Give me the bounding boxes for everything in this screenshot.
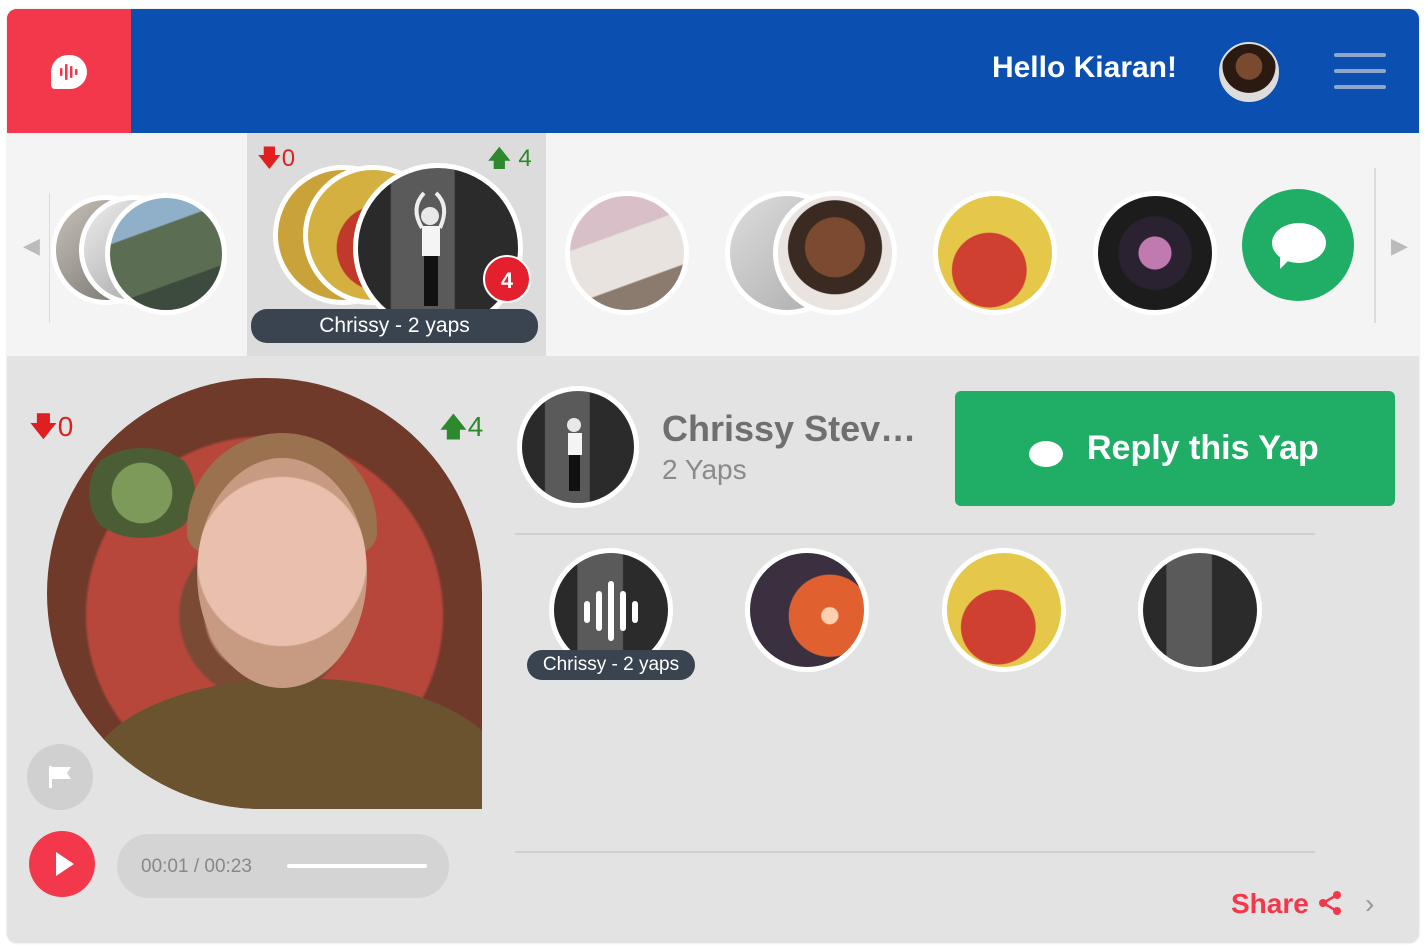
flag-icon bbox=[49, 766, 71, 788]
app-window: Hello Kiaran! ◀ 🡇0 🡅 4 4 Chrissy - 2 yap… bbox=[7, 9, 1419, 943]
carousel-next-arrow[interactable]: ▶ bbox=[1391, 233, 1408, 259]
yap-detail: 🡇0 🡅4 00:01 / 00:23 Chrissy Stev… 2 Yaps… bbox=[7, 356, 1419, 943]
reply-thumb[interactable] bbox=[1138, 548, 1262, 672]
chat-bubble-tail bbox=[1280, 255, 1294, 269]
upvote-count[interactable]: 🡅4 bbox=[439, 406, 483, 454]
yap-carousel: ◀ 🡇0 🡅 4 4 Chrissy - 2 yaps ▶ bbox=[7, 133, 1419, 356]
thread-thumb[interactable] bbox=[565, 191, 689, 315]
divider bbox=[1374, 168, 1376, 323]
share-button[interactable]: Share bbox=[1231, 888, 1343, 920]
audio-wave-icon bbox=[584, 581, 639, 641]
arrow-up-icon: 🡅 bbox=[487, 145, 512, 172]
audio-progress-bar[interactable]: 00:01 / 00:23 bbox=[117, 834, 449, 898]
chevron-right-icon[interactable]: › bbox=[1365, 888, 1374, 920]
hamburger-icon[interactable] bbox=[1334, 53, 1386, 89]
share-icon bbox=[1318, 891, 1341, 915]
progress-track[interactable] bbox=[287, 864, 427, 868]
greeting-text: Hello Kiaran! bbox=[991, 51, 1177, 84]
divider bbox=[515, 533, 1315, 535]
mic-bubble-icon bbox=[51, 55, 87, 89]
reply-thumb[interactable] bbox=[745, 548, 869, 672]
author-avatar[interactable] bbox=[517, 386, 639, 508]
reply-thumb[interactable] bbox=[942, 548, 1066, 672]
author-name[interactable]: Chrissy Stev… bbox=[662, 408, 916, 450]
thread-thumb[interactable] bbox=[105, 193, 227, 315]
carousel-prev-arrow[interactable]: ◀ bbox=[23, 233, 40, 259]
video-background-detail bbox=[82, 448, 202, 538]
thread-thumb[interactable] bbox=[773, 191, 897, 315]
video-subject-face bbox=[197, 458, 367, 688]
thread-label: Chrissy - 2 yaps bbox=[251, 309, 538, 343]
report-button[interactable] bbox=[27, 744, 93, 810]
selected-thread[interactable]: 🡇0 🡅 4 4 Chrissy - 2 yaps bbox=[247, 133, 546, 356]
arrow-down-icon: 🡇 bbox=[257, 145, 282, 172]
arrow-down-icon: 🡇 bbox=[29, 411, 58, 442]
video-player[interactable] bbox=[47, 378, 482, 809]
author-yap-count: 2 Yaps bbox=[662, 454, 747, 485]
new-yap-button[interactable] bbox=[1242, 189, 1354, 301]
unread-badge: 4 bbox=[483, 255, 531, 303]
thread-thumb bbox=[353, 163, 523, 333]
chat-bubble-icon bbox=[1029, 441, 1063, 467]
reply-label: Chrissy - 2 yaps bbox=[527, 650, 695, 680]
play-button[interactable] bbox=[29, 831, 95, 897]
reply-button[interactable]: Reply this Yap bbox=[955, 391, 1395, 506]
user-avatar[interactable] bbox=[1219, 42, 1279, 102]
thread-thumb[interactable] bbox=[933, 191, 1057, 315]
downvote-count[interactable]: 🡇0 bbox=[257, 141, 295, 182]
upvote-count[interactable]: 🡅 4 bbox=[487, 141, 532, 182]
arrow-up-icon: 🡅 bbox=[439, 411, 468, 442]
thread-thumb[interactable] bbox=[1093, 191, 1217, 315]
header-bar: Hello Kiaran! bbox=[7, 9, 1419, 133]
divider bbox=[515, 851, 1315, 853]
downvote-count[interactable]: 🡇0 bbox=[29, 406, 73, 454]
logo[interactable] bbox=[7, 9, 131, 133]
divider bbox=[49, 193, 50, 323]
video-subject-shirt bbox=[87, 678, 482, 809]
playback-time: 00:01 / 00:23 bbox=[141, 856, 252, 877]
